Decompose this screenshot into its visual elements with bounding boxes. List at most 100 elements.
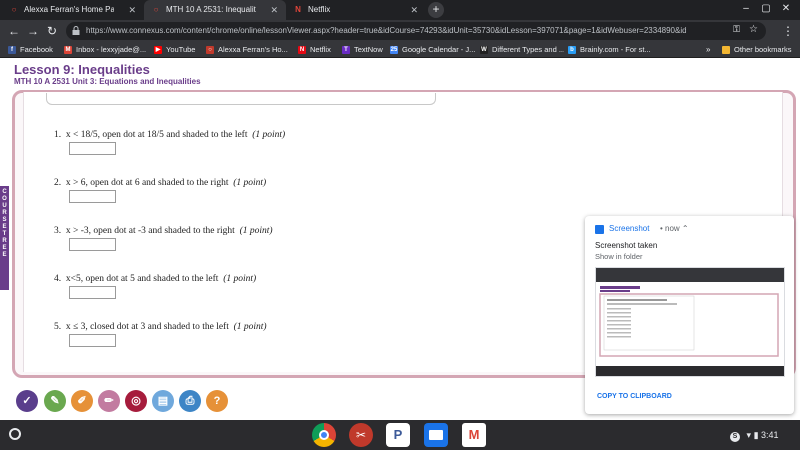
tab-netflix[interactable]: N Netflix ✕ [286,0,426,20]
close-icon[interactable]: ✕ [410,0,418,20]
question-item: 2. x > 6, open dot at 6 and shaded to th… [54,178,266,188]
screenshot-thumbnail[interactable] [595,267,785,377]
tab-inequalities[interactable]: ○ MTH 10 A 2531: Inequalities - P ✕ [144,0,286,20]
screenshot-preview-image [596,268,784,376]
notification-title: Screenshot taken [595,241,658,250]
course-tree-label: C O U R S E T R E E [2,189,7,258]
question-number: 1. [54,130,62,140]
bookmark-brainly[interactable]: b Brainly.com - For st... [568,42,700,58]
other-bookmarks[interactable]: Other bookmarks [722,42,800,58]
answer-input[interactable] [69,142,116,155]
browser-tab-strip: ○ Alexxa Ferran's Home Page ✕ ○ MTH 10 A… [0,0,800,20]
copy-to-clipboard-button[interactable]: COPY TO CLIPBOARD [597,393,672,400]
files-app-icon[interactable] [424,423,448,447]
chromeos-shelf: ✂ P M S ▾ ▮ 3:41 [0,420,800,450]
sticky-note-tool-icon[interactable]: ✐ [71,390,93,412]
bookmark-label: Alexxa Ferran's Ho... [218,45,288,54]
notebook-tool-icon[interactable]: ▤ [152,390,174,412]
bookmark-label: Different Types and ... [492,45,564,54]
page-title: Lesson 9: Inequalities [14,62,150,77]
minimize-icon[interactable]: – [740,3,752,15]
bookmark-netflix[interactable]: N Netflix [298,42,340,58]
folder-icon [429,430,443,440]
bookmark-facebook[interactable]: f Facebook [8,42,60,58]
clock-time: 3:41 [761,430,779,440]
address-bar[interactable]: https://www.connexus.com/content/chrome/… [66,22,766,40]
status-area[interactable]: S ▾ ▮ 3:41 [730,427,779,443]
bookmark-home-page[interactable]: ○ Alexxa Ferran's Ho... [206,42,298,58]
checkmark-tool-icon[interactable]: ✓ [16,390,38,412]
close-icon[interactable]: ✕ [270,0,278,20]
bookmark-label: Other bookmarks [734,45,792,54]
pencil-tool-icon[interactable]: ✏ [98,390,120,412]
bookmark-youtube[interactable]: ▶ YouTube [154,42,202,58]
highlighter-tool-icon[interactable]: ✎ [44,390,66,412]
chrome-app-icon[interactable] [312,423,336,447]
status-badge: S [730,432,740,442]
notification-app-name: Screenshot [609,224,650,233]
notification-time[interactable]: • now ⌃ [660,224,689,233]
folder-icon [722,46,730,54]
question-points: (1 point) [233,178,267,188]
bookmark-label: Netflix [310,45,331,54]
battery-icon: ▮ [753,430,759,440]
tab-title: Alexxa Ferran's Home Page [24,5,114,14]
question-points: (1 point) [233,322,267,332]
course-tree-tab[interactable]: C O U R S E T R E E [0,186,9,290]
netflix-icon: N [295,5,301,14]
answer-input[interactable] [69,190,116,203]
printer-tool-icon[interactable]: ⎙ [179,390,201,412]
help-tool-icon[interactable]: ? [206,390,228,412]
question-number: 5. [54,322,62,332]
bookmark-star-icon[interactable]: ☆ [749,24,758,35]
question-number: 2. [54,178,62,188]
key-icon[interactable]: ⚿ [733,24,740,35]
red-ring-icon: ○ [11,5,17,14]
tab-title: Netflix [308,5,331,14]
bookmark-inbox[interactable]: M Inbox - lexxyjade@... [64,42,150,58]
target-tool-icon[interactable]: ◎ [125,390,147,412]
new-tab-button[interactable]: + [428,2,444,18]
reload-icon[interactable]: ↻ [44,23,60,39]
bookmark-label: TextNow [354,45,383,54]
question-text: x > 6, open dot at 6 and shaded to the r… [65,178,229,188]
window-close-icon[interactable]: ✕ [780,3,792,15]
textnow-icon: T [342,46,350,54]
bookmark-label: Google Calendar - J... [402,45,476,54]
answer-input[interactable] [69,238,116,251]
bookmark-label: Inbox - lexxyjade@... [76,45,147,54]
back-arrow-icon[interactable]: ← [6,23,22,39]
bookmark-label: Facebook [20,45,53,54]
panel-header-tab [46,93,436,105]
pandora-app-icon[interactable]: P [386,423,410,447]
question-points: (1 point) [239,226,273,236]
wifi-icon: ▾ [746,430,752,440]
bookmark-different-types[interactable]: W Different Types and ... [480,42,564,58]
gmail-icon: M [64,46,72,54]
red-ring-icon: ○ [206,46,214,54]
gmail-app-icon[interactable]: M [462,423,486,447]
bookmarks-bar: f Facebook M Inbox - lexxyjade@... ▶ You… [0,42,800,58]
show-in-folder-link[interactable]: Show in folder [595,252,643,261]
tool-icon-bar: ✓ ✎ ✐ ✏ ◎ ▤ ⎙ ? [0,388,560,414]
menu-icon[interactable]: ⋮ [780,23,796,39]
chevron-double-right-icon[interactable]: » [706,42,710,58]
forward-arrow-icon[interactable]: → [25,23,41,39]
launcher-icon[interactable] [9,428,21,440]
screenshot-notification[interactable]: Screenshot • now ⌃ Screenshot taken Show… [585,216,794,414]
bookmark-label: YouTube [166,45,196,54]
youtube-icon: ▶ [154,46,162,54]
question-points: (1 point) [252,130,286,140]
close-icon[interactable]: ✕ [128,0,136,20]
screenshot-icon [595,225,604,234]
bookmark-textnow[interactable]: T TextNow [342,42,388,58]
maximize-icon[interactable]: ▢ [760,3,772,15]
question-item: 3. x > -3, open dot at -3 and shaded to … [54,226,273,236]
answer-input[interactable] [69,334,116,347]
tab-home-page[interactable]: ○ Alexxa Ferran's Home Page ✕ [2,0,144,20]
question-text: x < 18/5, open dot at 18/5 and shaded to… [65,130,248,140]
answer-input[interactable] [69,286,116,299]
screencast-app-icon[interactable]: ✂ [349,423,373,447]
bookmark-google-calendar[interactable]: 25 Google Calendar - J... [390,42,476,58]
url-text: https://www.connexus.com/content/chrome/… [86,26,686,35]
